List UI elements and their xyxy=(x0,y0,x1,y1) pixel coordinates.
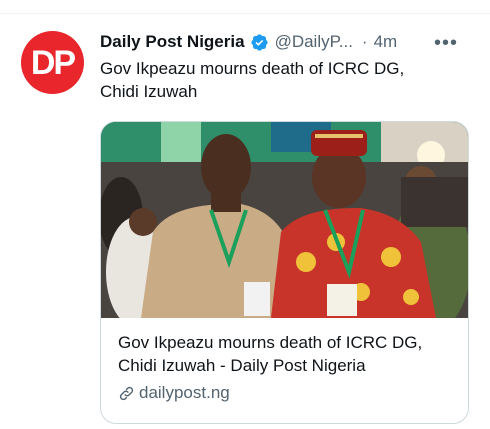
card-domain[interactable]: dailypost.ng xyxy=(118,383,230,403)
timestamp[interactable]: 4m xyxy=(374,32,398,52)
tweet-text: Gov Ikpeazu mourns death of ICRC DG, Chi… xyxy=(100,57,470,103)
more-options-icon[interactable]: ••• xyxy=(434,32,458,55)
verified-badge-icon xyxy=(250,33,268,51)
avatar-logo-text: DP xyxy=(30,43,76,82)
event-photo xyxy=(101,122,468,318)
card-image[interactable] xyxy=(101,122,468,318)
author-name[interactable]: Daily Post Nigeria xyxy=(100,32,245,52)
card-title-line: Chidi Izuwah - Daily Post Nigeria xyxy=(118,356,366,375)
link-preview-card[interactable]: Gov Ikpeazu mourns death of ICRC DG, Chi… xyxy=(100,121,469,424)
top-divider xyxy=(0,13,490,14)
separator-dot: · xyxy=(361,32,368,51)
author-handle[interactable]: @DailyP... xyxy=(275,32,353,52)
card-title-line: Gov Ikpeazu mourns death of ICRC DG, xyxy=(118,333,423,352)
card-domain-text: dailypost.ng xyxy=(139,383,230,402)
tweet-text-line: Chidi Izuwah xyxy=(100,82,198,101)
card-title[interactable]: Gov Ikpeazu mourns death of ICRC DG, Chi… xyxy=(118,331,458,377)
tweet-header: Daily Post Nigeria @DailyP... · 4m ••• xyxy=(100,30,480,54)
link-icon xyxy=(119,386,134,400)
tweet-text-line: Gov Ikpeazu mourns death of ICRC DG, xyxy=(100,59,405,78)
avatar[interactable]: DP xyxy=(21,31,84,94)
